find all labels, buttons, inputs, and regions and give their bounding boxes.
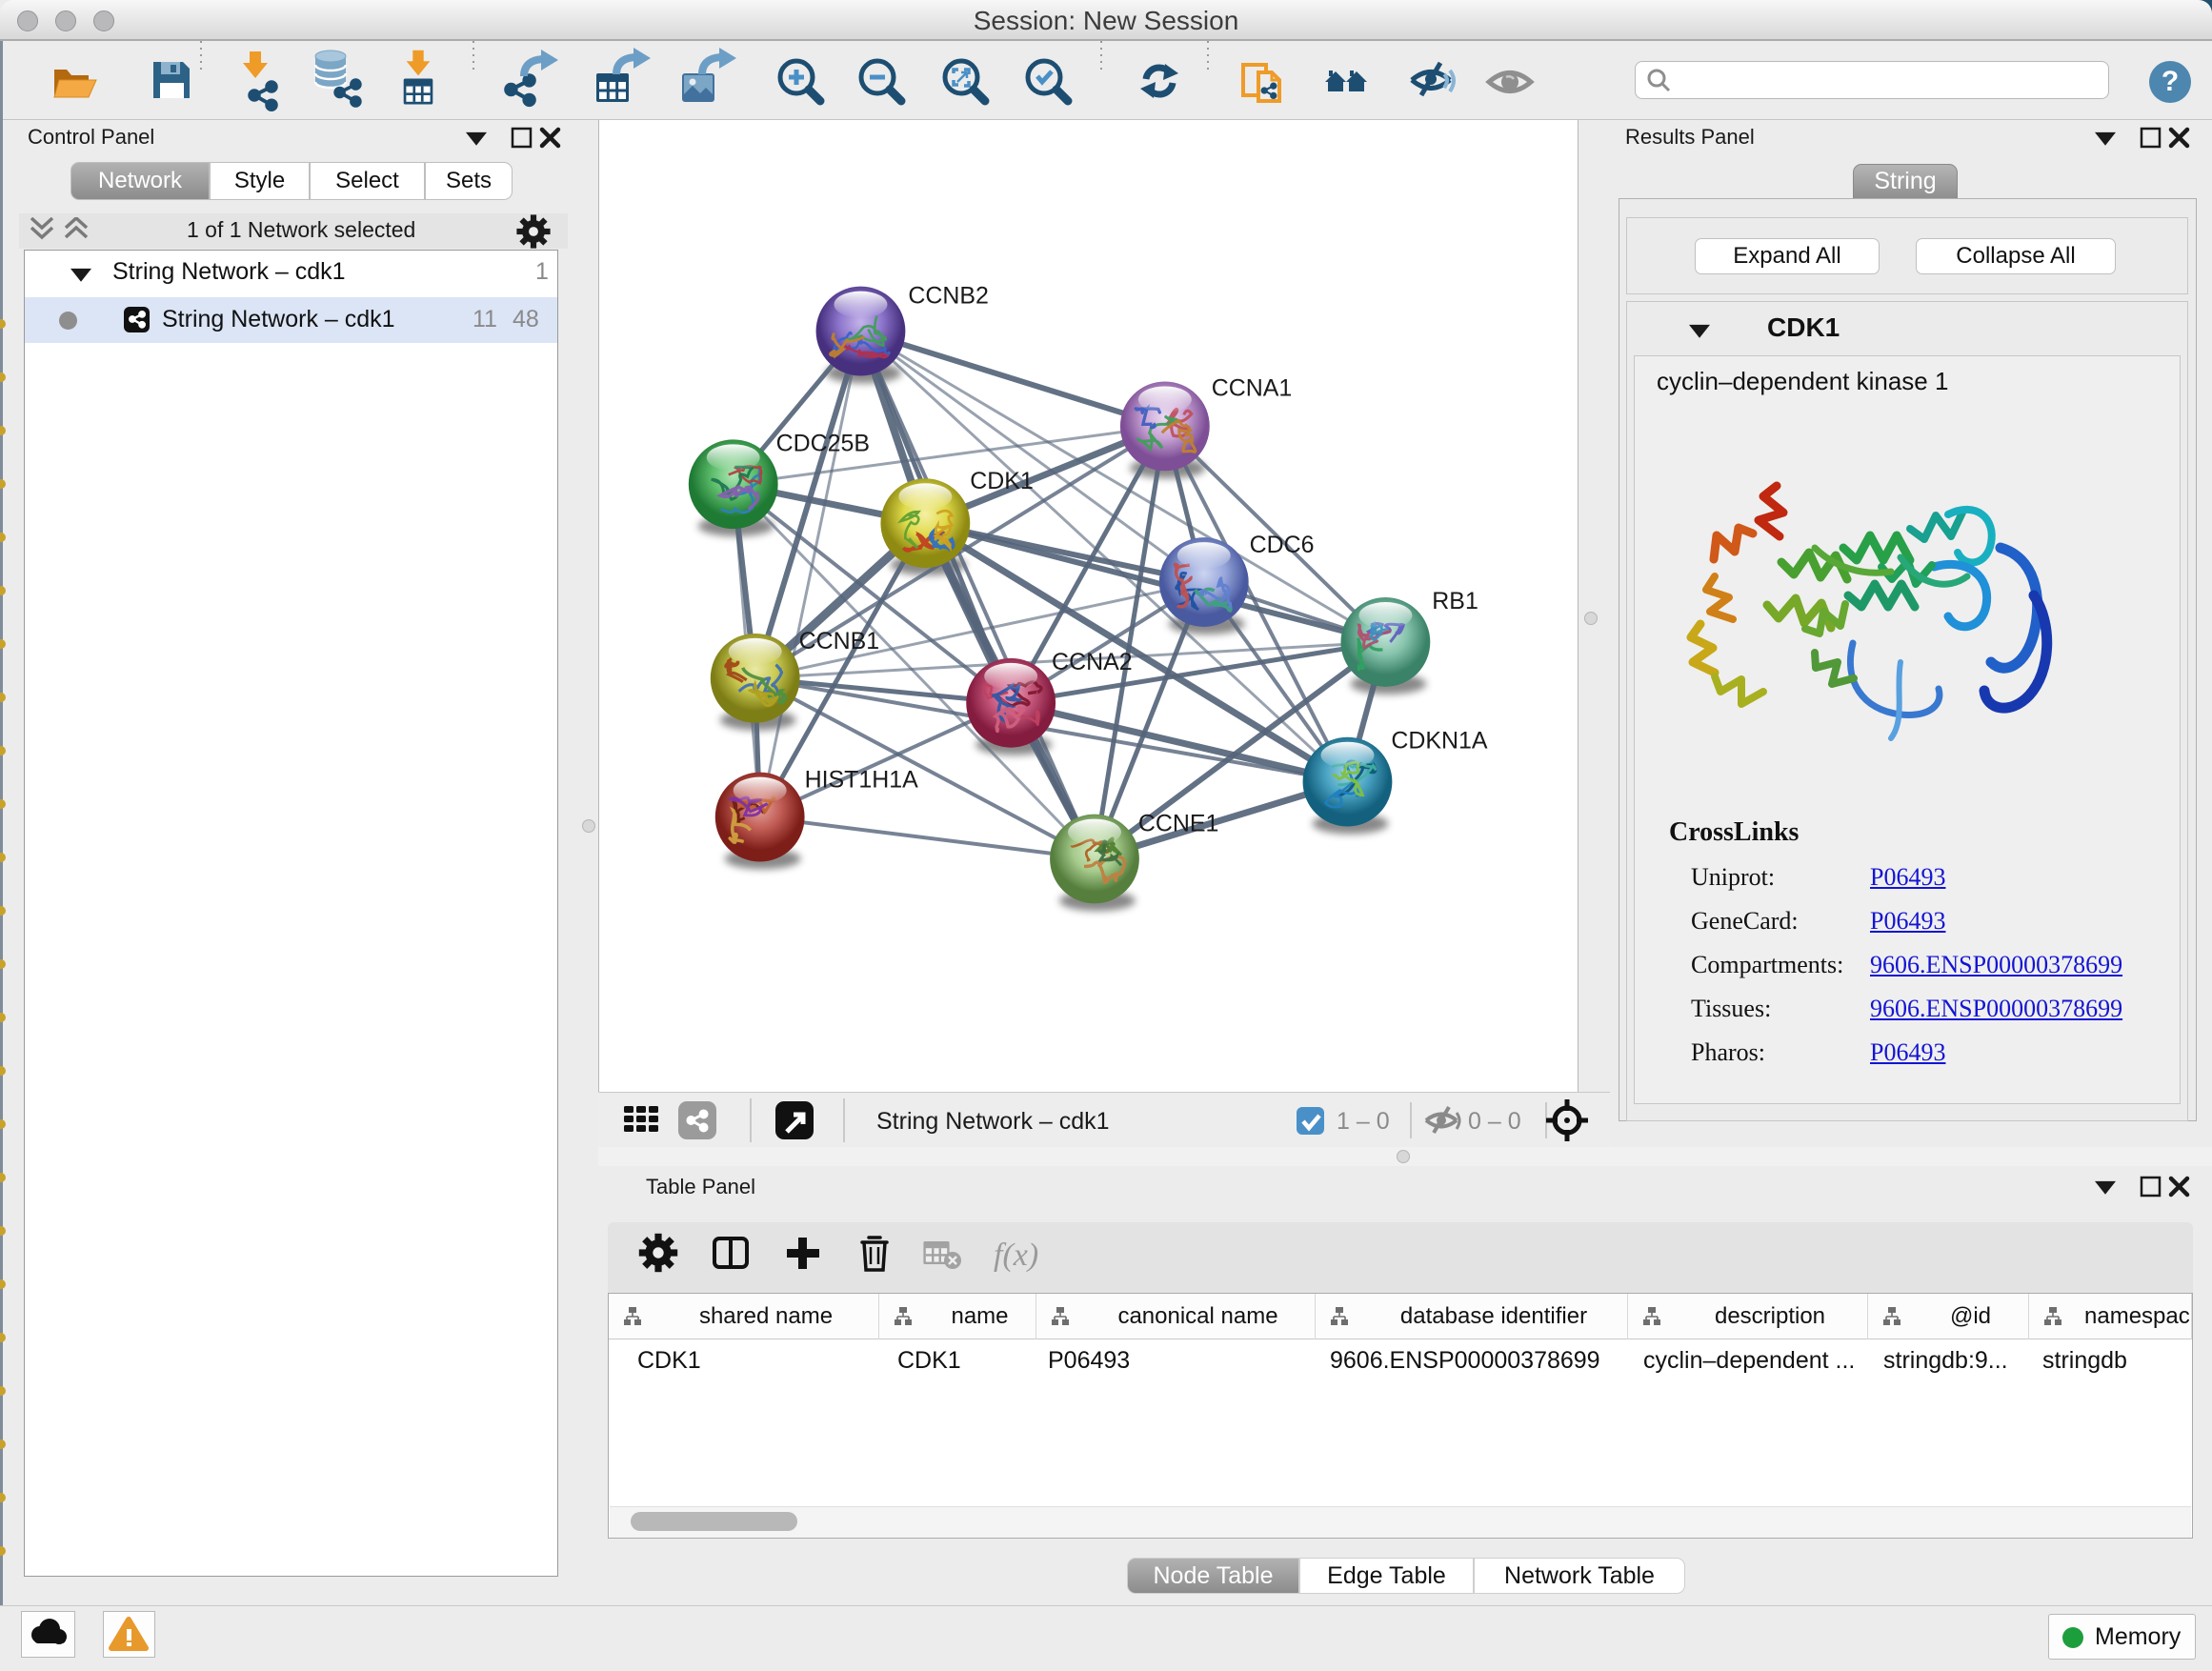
svg-text:1 – 0: 1 – 0 (1337, 1108, 1390, 1135)
svg-text:RB1: RB1 (1432, 588, 1478, 614)
svg-text:CCNE1: CCNE1 (1138, 811, 1219, 837)
svg-text:CCNB1: CCNB1 (799, 628, 880, 654)
svg-text:CCNA2: CCNA2 (1052, 649, 1133, 675)
svg-text:CCNA1: CCNA1 (1212, 374, 1293, 401)
svg-text:0 – 0: 0 – 0 (1468, 1108, 1521, 1135)
svg-text:HIST1H1A: HIST1H1A (805, 767, 919, 794)
svg-text:String Network – cdk1: String Network – cdk1 (876, 1108, 1110, 1135)
svg-text:f(x): f(x) (994, 1238, 1038, 1273)
svg-text:CDK1: CDK1 (970, 468, 1034, 494)
svg-text:CDKN1A: CDKN1A (1391, 728, 1488, 755)
svg-text:CDC6: CDC6 (1250, 532, 1315, 558)
svg-text:CDC25B: CDC25B (776, 430, 870, 456)
svg-text:CCNB2: CCNB2 (908, 283, 989, 310)
